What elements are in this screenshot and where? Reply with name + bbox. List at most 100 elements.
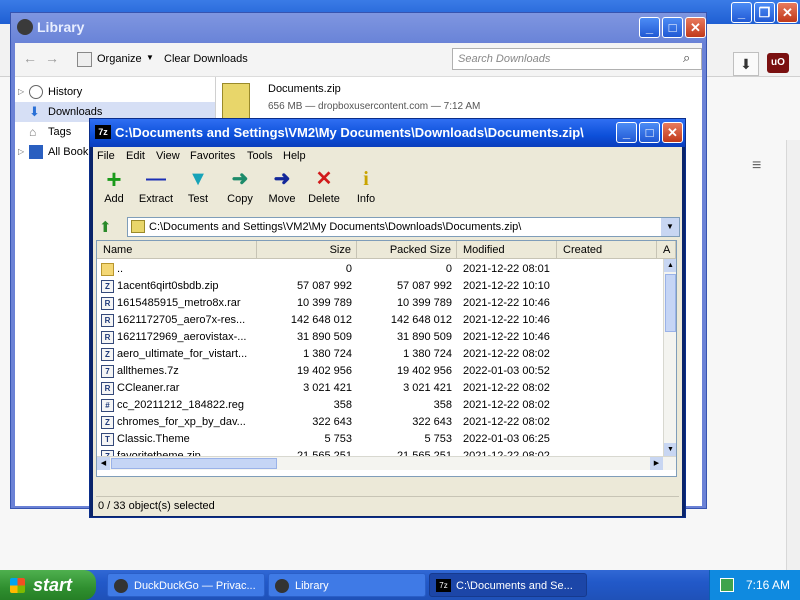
table-row[interactable]: R 1621172969_aerovistax-... 31 890 509 31 8… (97, 329, 663, 346)
info-button[interactable]: i Info (346, 165, 386, 211)
archive-file-icon: Z (101, 416, 114, 429)
cell-size: 3 021 421 (303, 382, 352, 394)
browser-scrollbar[interactable] (786, 140, 800, 570)
browser-restore-button[interactable]: ❐ (754, 2, 775, 23)
horizontal-scrollbar[interactable]: ◀ ▶ (97, 456, 676, 470)
extract-button[interactable]: — Extract (136, 165, 176, 211)
organize-icon (77, 52, 92, 67)
bookmarks-star-icon (29, 145, 43, 159)
address-text: C:\Documents and Settings\VM2\My Documen… (149, 221, 522, 233)
menu-help[interactable]: Help (283, 147, 306, 165)
column-header-size[interactable]: Size (257, 241, 357, 259)
taskbar-item-library[interactable]: Library (268, 573, 426, 597)
sidebar-item-label: Tags (48, 126, 72, 138)
cell-size: 21 565 251 (296, 450, 352, 456)
scroll-down-icon[interactable]: ▼ (664, 443, 676, 456)
scrollbar-thumb[interactable] (665, 274, 676, 332)
cell-packed-size: 31 890 509 (396, 331, 452, 343)
sevenzip-title: C:\Documents and Settings\VM2\My Documen… (115, 125, 584, 140)
search-downloads-input[interactable]: Search Downloads (452, 48, 702, 70)
taskbar-item-duckduckgo[interactable]: DuckDuckGo — Privac... (107, 573, 265, 597)
cell-modified: 2021-12-22 10:46 (463, 314, 550, 326)
browser-app-icon (275, 579, 289, 593)
download-arrow-icon: ⬇ (29, 104, 40, 119)
column-header-name[interactable]: Name (97, 241, 257, 259)
table-row[interactable]: Z 1acent6qirt0sbdb.zip 57 087 992 57 087 99… (97, 278, 663, 295)
column-header-packed-size[interactable]: Packed Size (357, 241, 457, 259)
cell-size: 19 402 956 (296, 365, 352, 377)
add-button[interactable]: + Add (94, 165, 134, 211)
test-button[interactable]: ▼ Test (178, 165, 218, 211)
sevenzip-maximize-button[interactable]: □ (639, 122, 660, 143)
scrollbar-thumb[interactable] (111, 458, 277, 469)
column-header-modified[interactable]: Modified (457, 241, 557, 259)
table-row[interactable]: Zfavoritetheme.zip21 565 25121 565 25120… (97, 448, 663, 456)
copy-button[interactable]: ➜ Copy (220, 165, 260, 211)
archive-file-icon: 7 (101, 365, 114, 378)
cell-size: 358 (333, 399, 352, 411)
cell-name: chromes_for_xp_by_dav... (117, 416, 246, 428)
cell-modified: 2021-12-22 08:02 (463, 416, 550, 428)
delete-button[interactable]: ✕ Delete (304, 165, 344, 211)
archive-file-icon: R (101, 382, 114, 395)
table-row[interactable]: Zaero_ultimate_for_vistart... 1 380 724 1 … (97, 346, 663, 363)
sidebar-item-history[interactable]: ▷ History (15, 82, 215, 102)
table-row[interactable]: R CCleaner.rar 3 021 421 3 021 421 2021-12-2… (97, 380, 663, 397)
browser-minimize-button[interactable]: _ (731, 2, 752, 23)
table-row[interactable]: R 1621172705_aero7x-res... 142 648 012 142 … (97, 312, 663, 329)
menu-view[interactable]: View (156, 147, 180, 165)
expand-arrow-icon: ▷ (18, 147, 25, 156)
menu-file[interactable]: File (97, 147, 115, 165)
sevenzip-window: 7z C:\Documents and Settings\VM2\My Docu… (89, 118, 686, 518)
start-button[interactable]: start (0, 570, 96, 600)
chevron-down-icon[interactable]: ▼ (661, 218, 679, 236)
status-text: 0 / 33 object(s) selected (98, 500, 215, 512)
column-header-created[interactable]: Created (557, 241, 657, 259)
menu-edit[interactable]: Edit (126, 147, 145, 165)
cell-packed-size: 358 (433, 399, 452, 411)
library-close-button[interactable]: ✕ (685, 17, 706, 38)
table-row[interactable]: # cc_20211212_184822.reg 358 358 2021-12-22 … (97, 397, 663, 414)
library-minimize-button[interactable]: _ (639, 17, 660, 38)
library-maximize-button[interactable]: □ (662, 17, 683, 38)
cell-name: allthemes.7z (117, 365, 179, 377)
forward-arrow-icon[interactable]: → (45, 50, 59, 66)
address-bar[interactable]: C:\Documents and Settings\VM2\My Documen… (127, 217, 680, 237)
table-row[interactable]: .. 0 0 2021-12-22 08:01 (97, 261, 663, 278)
cell-name: Classic.Theme (117, 433, 190, 445)
cell-name: cc_20211212_184822.reg (117, 399, 245, 411)
table-row[interactable]: Zchromes_for_xp_by_dav... 322 643 322 643 2… (97, 414, 663, 431)
browser-close-button[interactable]: ✕ (777, 2, 798, 23)
back-arrow-icon[interactable]: ← (23, 50, 37, 66)
ublock-icon[interactable]: uO (767, 53, 789, 73)
scroll-right-icon[interactable]: ▶ (650, 457, 663, 470)
menu-tools[interactable]: Tools (247, 147, 273, 165)
table-row[interactable]: R 1615485915_metro8x.rar 10 399 789 10 399 … (97, 295, 663, 312)
up-folder-icon[interactable]: ⬆ (99, 218, 112, 236)
hamburger-menu-icon[interactable]: ≡ (752, 158, 770, 174)
table-row[interactable]: 7 allthemes.7z 19 402 956 19 402 956 2022-01… (97, 363, 663, 380)
move-button[interactable]: ➜ Move (262, 165, 302, 211)
library-titlebar: Library _ □ ✕ (11, 13, 706, 42)
tool-label: Copy (227, 193, 253, 205)
library-toolbar: ← → Organize ▼ Clear Downloads Search Do… (15, 43, 702, 77)
sevenzip-minimize-button[interactable]: _ (616, 122, 637, 143)
clear-downloads-button[interactable]: Clear Downloads (164, 53, 248, 65)
menu-favorites[interactable]: Favorites (190, 147, 235, 165)
cell-modified: 2022-01-03 06:25 (463, 433, 550, 445)
browser-app-icon (114, 579, 128, 593)
taskbar-item-sevenzip[interactable]: 7z C:\Documents and Se... (429, 573, 587, 597)
table-row[interactable]: T Classic.Theme 5 753 5 753 2022-01-03 06:25 (97, 431, 663, 448)
network-icon[interactable] (720, 578, 734, 592)
scroll-left-icon[interactable]: ◀ (97, 457, 110, 470)
column-header-attributes[interactable]: A (657, 241, 676, 259)
archive-file-icon: # (101, 399, 114, 412)
vertical-scrollbar[interactable]: ▲ ▼ (663, 259, 676, 456)
sevenzip-close-button[interactable]: ✕ (662, 122, 683, 143)
cell-name: aero_ultimate_for_vistart... (117, 348, 248, 360)
zip-file-icon (131, 220, 145, 233)
organize-button[interactable]: Organize (97, 53, 142, 65)
downloads-arrow-icon[interactable]: ⬇ (733, 52, 759, 76)
scroll-up-icon[interactable]: ▲ (664, 259, 676, 272)
cell-size: 31 890 509 (296, 331, 352, 343)
